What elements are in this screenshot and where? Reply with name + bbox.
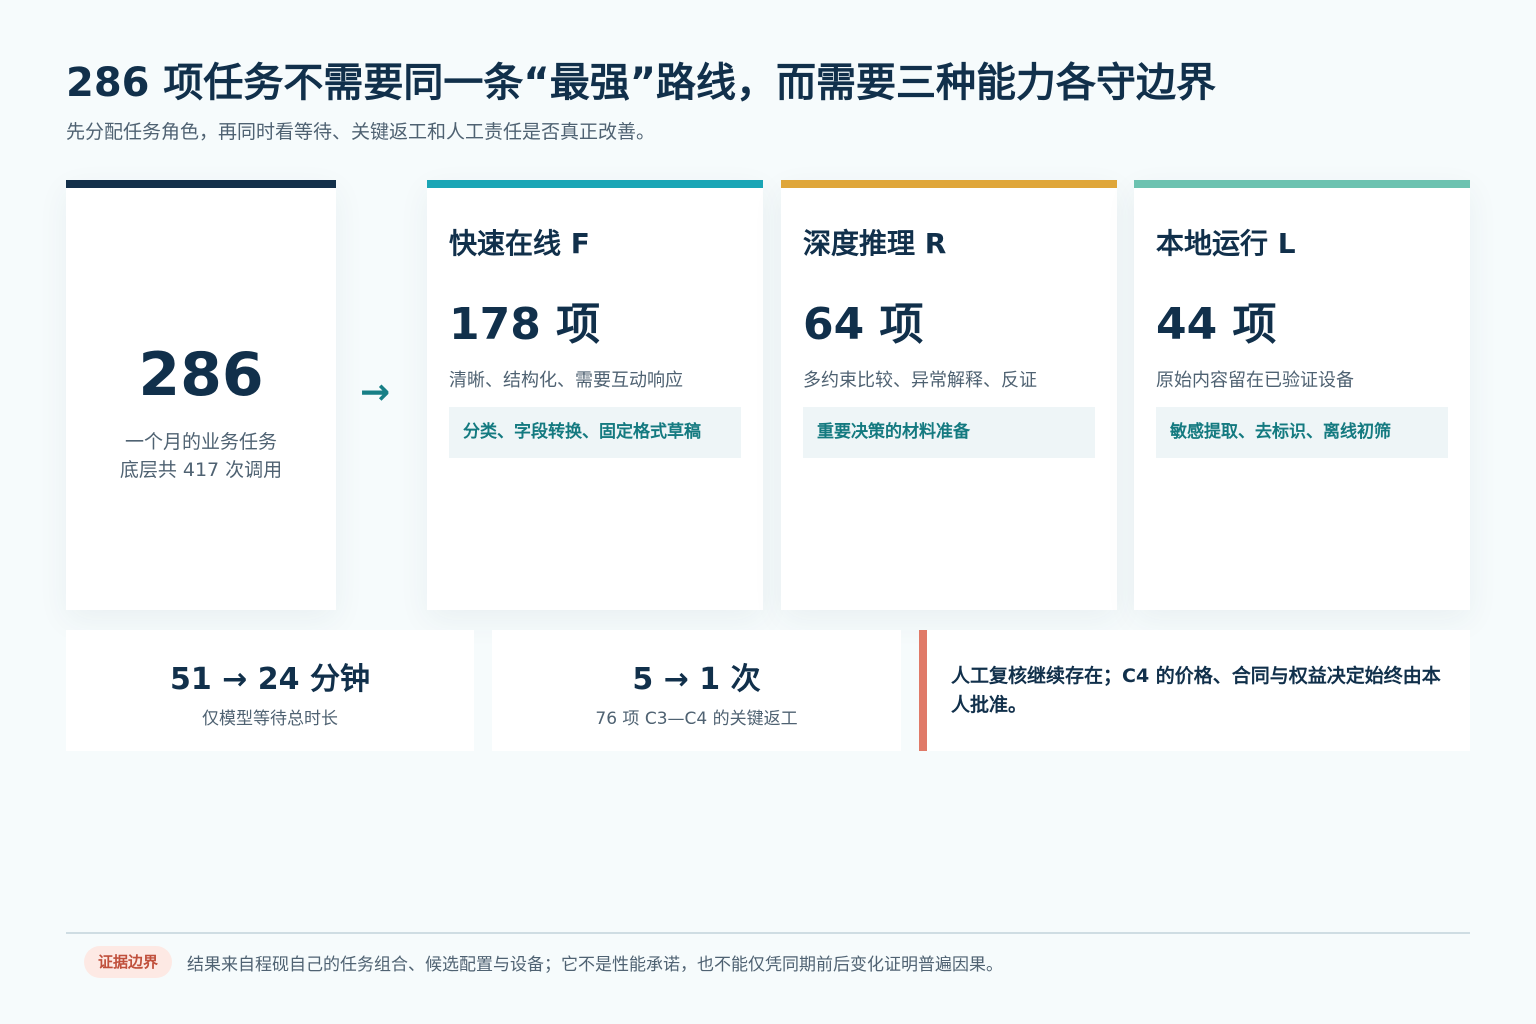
role-description: 多约束比较、异常解释、反证 (803, 370, 1037, 391)
metric-label: 76 项 C3—C4 的关键返工 (595, 709, 798, 729)
role-description: 原始内容留在已验证设备 (1156, 370, 1354, 391)
role-name: 本地运行 L (1156, 227, 1296, 260)
role-card-local-run: 本地运行 L 44 项 原始内容留在已验证设备 敏感提取、去标识、离线初筛 (1134, 180, 1470, 610)
role-name: 深度推理 R (803, 227, 947, 260)
total-tasks-line-2: 底层共 417 次调用 (119, 459, 283, 481)
metric-label: 仅模型等待总时长 (202, 709, 338, 729)
role-example-tag: 分类、字段转换、固定格式草稿 (449, 407, 741, 458)
total-tasks-number: 286 (138, 340, 264, 410)
role-example-tag: 敏感提取、去标识、离线初筛 (1156, 407, 1448, 458)
role-card-deep-reasoning: 深度推理 R 64 项 多约束比较、异常解释、反证 重要决策的材料准备 (781, 180, 1117, 610)
role-count: 64 项 (803, 299, 924, 350)
metric-value: 51 → 24 分钟 (170, 662, 370, 697)
metric-value: 5 → 1 次 (632, 662, 761, 697)
role-count: 44 项 (1156, 299, 1277, 350)
total-tasks-line-1: 一个月的业务任务 (124, 431, 277, 453)
role-name: 快速在线 F (449, 227, 590, 260)
total-tasks-card: 286 一个月的业务任务 底层共 417 次调用 (66, 180, 336, 610)
metric-wait-time: 51 → 24 分钟 仅模型等待总时长 (66, 630, 474, 751)
role-card-fast-online: 快速在线 F 178 项 清晰、结构化、需要互动响应 分类、字段转换、固定格式草… (427, 180, 763, 610)
total-tasks-description: 一个月的业务任务 底层共 417 次调用 (66, 428, 336, 484)
role-count: 178 项 (449, 299, 601, 350)
metric-rework: 5 → 1 次 76 项 C3—C4 的关键返工 (492, 630, 901, 751)
human-review-note: 人工复核继续存在；C4 的价格、合同与权益决定始终由本人批准。 (919, 630, 1470, 751)
page-subtitle: 先分配任务角色，再同时看等待、关键返工和人工责任是否真正改善。 (66, 121, 656, 143)
footer-note: 结果来自程砚自己的任务组合、候选配置与设备；它不是性能承诺，也不能仅凭同期前后变… (187, 955, 1003, 975)
footer-divider (66, 932, 1470, 934)
page-title: 286 项任务不需要同一条“最强”路线，而需要三种能力各守边界 (66, 60, 1216, 106)
arrow-right-icon: → (360, 372, 391, 413)
role-example-tag: 重要决策的材料准备 (803, 407, 1095, 458)
role-description: 清晰、结构化、需要互动响应 (449, 370, 683, 391)
evidence-boundary-badge: 证据边界 (84, 946, 172, 978)
